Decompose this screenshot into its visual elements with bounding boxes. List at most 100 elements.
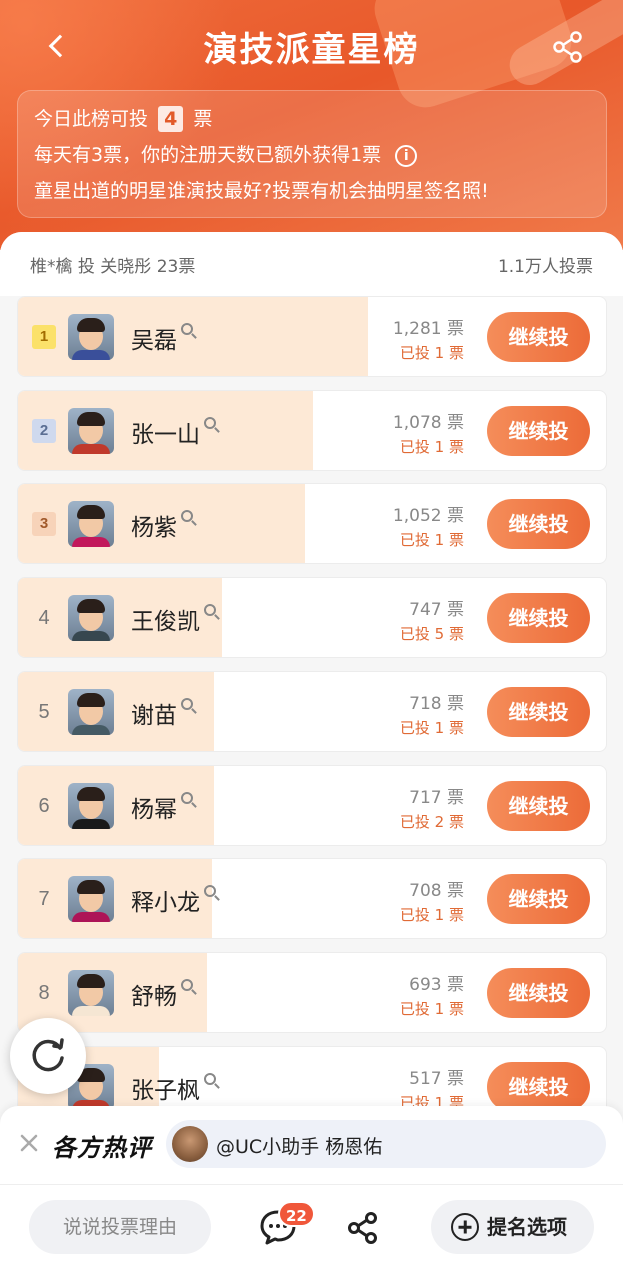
search-icon[interactable] xyxy=(181,510,193,522)
candidate-name-text: 杨紫 xyxy=(131,515,177,541)
avatar xyxy=(68,314,114,360)
ranking-row[interactable]: 4 王俊凯 747 票已投 5 票 继续投 xyxy=(17,577,607,658)
avatar xyxy=(172,1126,208,1162)
ranking-row[interactable]: 7 释小龙 708 票已投 1 票 继续投 xyxy=(17,858,607,939)
ranking-row[interactable]: 3 杨紫 1,052 票已投 1 票 继续投 xyxy=(17,483,607,564)
vote-count: 1,078 票 xyxy=(392,413,464,433)
ranking-row[interactable]: 2 张一山 1,078 票已投 1 票 继续投 xyxy=(17,390,607,471)
close-icon[interactable] xyxy=(18,1132,40,1154)
search-icon[interactable] xyxy=(181,979,193,991)
candidate-name[interactable]: 吴磊 xyxy=(131,321,193,355)
vote-count: 1,052 票 xyxy=(392,506,464,526)
continue-vote-button[interactable]: 继续投 xyxy=(487,874,590,924)
vote-count: 747 票 xyxy=(409,600,464,620)
page-title: 演技派童星榜 xyxy=(203,30,420,70)
ranking-row[interactable]: 8 舒畅 693 票已投 1 票 继续投 xyxy=(17,952,607,1033)
search-icon[interactable] xyxy=(181,323,193,335)
vote-count: 718 票 xyxy=(409,694,464,714)
candidate-name-text: 张子枫 xyxy=(131,1078,200,1104)
my-vote-count: 已投 5 票 xyxy=(399,625,464,643)
refresh-icon xyxy=(32,1038,64,1072)
vote-reason-input[interactable]: 说说投票理由 xyxy=(29,1200,211,1254)
search-icon[interactable] xyxy=(204,604,216,616)
search-icon[interactable] xyxy=(204,885,216,897)
candidate-name-text: 王俊凯 xyxy=(131,609,200,635)
continue-vote-button[interactable]: 继续投 xyxy=(487,687,590,737)
daily-vote-quota: 今日此榜可投 4 票 xyxy=(34,106,213,132)
ranking-row[interactable]: 6 杨幂 717 票已投 2 票 继续投 xyxy=(17,765,607,846)
my-vote-count: 已投 1 票 xyxy=(399,438,464,456)
comment-count-badge: 22 xyxy=(278,1201,315,1227)
candidate-name-text: 张一山 xyxy=(131,422,200,448)
avatar xyxy=(68,876,114,922)
continue-vote-button[interactable]: 继续投 xyxy=(487,499,590,549)
avatar xyxy=(68,689,114,735)
rank-number: 3 xyxy=(32,512,56,536)
candidate-name[interactable]: 杨幂 xyxy=(131,790,193,824)
continue-vote-button[interactable]: 继续投 xyxy=(487,781,590,831)
my-vote-count: 已投 1 票 xyxy=(399,531,464,549)
search-icon[interactable] xyxy=(181,792,193,804)
continue-vote-button[interactable]: 继续投 xyxy=(487,968,590,1018)
candidate-name[interactable]: 王俊凯 xyxy=(131,602,216,636)
avatar xyxy=(68,595,114,641)
ranking-row[interactable]: 5 谢苗 718 票已投 1 票 继续投 xyxy=(17,671,607,752)
plus-circle-icon xyxy=(451,1213,479,1241)
avatar xyxy=(68,501,114,547)
candidate-name[interactable]: 舒畅 xyxy=(131,977,193,1011)
info-icon[interactable]: i xyxy=(395,144,418,167)
my-vote-count: 已投 1 票 xyxy=(399,719,464,737)
bottom-bar: 说说投票理由 22 提名选项 xyxy=(0,1184,623,1280)
rank-number: 4 xyxy=(38,607,50,629)
candidate-name-text: 舒畅 xyxy=(131,984,177,1010)
candidate-name[interactable]: 杨紫 xyxy=(131,508,193,542)
my-vote-count: 已投 1 票 xyxy=(399,1000,464,1018)
ranking-row[interactable]: 1 吴磊 1,281 票已投 1 票 继续投 xyxy=(17,296,607,377)
candidate-name-text: 释小龙 xyxy=(131,890,200,916)
candidate-name-text: 谢苗 xyxy=(131,703,177,729)
candidate-name[interactable]: 张一山 xyxy=(131,415,216,449)
hot-comments-bar: 各方热评 @UC小助手 杨恩佑 xyxy=(0,1106,623,1184)
vote-count: 1,281 票 xyxy=(392,319,464,339)
continue-vote-button[interactable]: 继续投 xyxy=(487,406,590,456)
continue-vote-button[interactable]: 继续投 xyxy=(487,1062,590,1112)
vote-info-box: 今日此榜可投 4 票 每天有3票，你的注册天数已额外获得1票 i 童星出道的明星… xyxy=(17,90,607,218)
hot-comment-item[interactable]: @UC小助手 杨恩佑 xyxy=(166,1120,606,1168)
nominate-label: 提名选项 xyxy=(487,1215,567,1239)
my-vote-count: 已投 2 票 xyxy=(399,813,464,831)
total-voters: 1.1万人投票 xyxy=(497,257,593,277)
candidate-name[interactable]: 释小龙 xyxy=(131,883,216,917)
avatar xyxy=(68,408,114,454)
rank-number: 1 xyxy=(32,325,56,349)
refresh-button[interactable] xyxy=(10,1018,86,1094)
candidate-name[interactable]: 谢苗 xyxy=(131,696,193,730)
continue-vote-button[interactable]: 继续投 xyxy=(487,593,590,643)
recent-vote-text: 椎*檎 投 关晓彤 23票 xyxy=(30,257,196,277)
search-icon[interactable] xyxy=(204,417,216,429)
continue-vote-button[interactable]: 继续投 xyxy=(487,312,590,362)
vote-count: 693 票 xyxy=(409,975,464,995)
rank-number: 8 xyxy=(38,982,50,1004)
share-icon[interactable] xyxy=(346,1211,380,1245)
rank-number: 2 xyxy=(32,419,56,443)
candidate-name-text: 杨幂 xyxy=(131,797,177,823)
header: 演技派童星榜 今日此榜可投 4 票 每天有3票，你的注册天数已额外获得1票 i … xyxy=(0,0,623,250)
search-icon[interactable] xyxy=(181,698,193,710)
rank-number: 7 xyxy=(38,888,50,910)
candidate-name-text: 吴磊 xyxy=(131,328,177,354)
vote-description: 童星出道的明星谁演技最好?投票有机会抽明星签名照! xyxy=(34,180,489,202)
rank-number: 5 xyxy=(38,701,50,723)
hot-comment-text: @UC小助手 杨恩佑 xyxy=(216,1136,383,1158)
candidate-name[interactable]: 张子枫 xyxy=(131,1071,216,1105)
avatar xyxy=(68,970,114,1016)
voter-bar: 椎*檎 投 关晓彤 23票 1.1万人投票 xyxy=(0,232,623,296)
search-icon[interactable] xyxy=(204,1073,216,1085)
vote-count-badge: 4 xyxy=(158,106,184,132)
vote-count: 708 票 xyxy=(409,881,464,901)
share-icon[interactable] xyxy=(551,30,585,64)
vote-count: 517 票 xyxy=(409,1069,464,1089)
vote-rule-text: 每天有3票，你的注册天数已额外获得1票 i xyxy=(34,137,590,173)
my-vote-count: 已投 1 票 xyxy=(399,344,464,362)
my-vote-count: 已投 1 票 xyxy=(399,906,464,924)
nominate-button[interactable]: 提名选项 xyxy=(431,1200,594,1254)
